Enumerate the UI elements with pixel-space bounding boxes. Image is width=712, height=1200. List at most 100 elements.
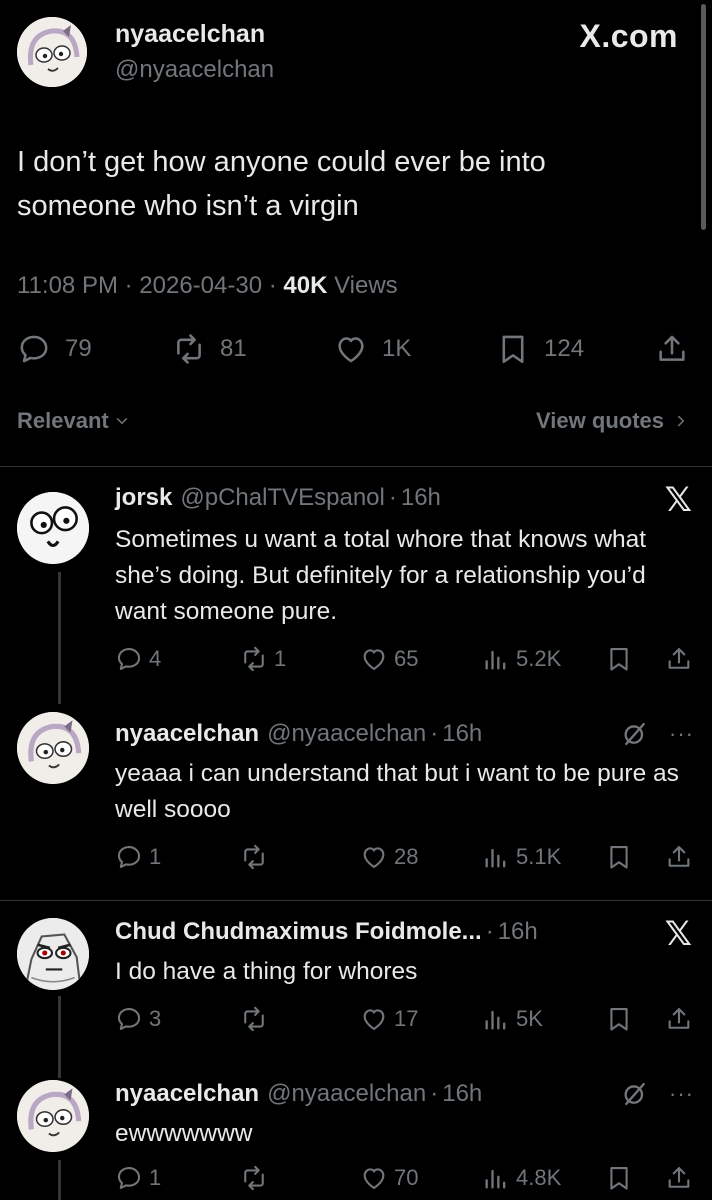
repost-button[interactable] [240,843,274,871]
heart-icon [360,843,388,871]
heart-icon [360,1164,388,1192]
share-icon [665,1164,693,1192]
views-button[interactable]: 5.1K [482,843,561,871]
reply-button[interactable]: 4 [115,645,161,673]
reply-avatar[interactable] [17,918,89,990]
repost-icon [240,645,268,673]
share-button[interactable] [665,645,699,673]
reply-button[interactable]: 3 [115,1005,161,1033]
views-count: 5.2K [516,646,562,671]
reply-time[interactable]: 16h [442,1080,482,1108]
reply-text: Sometimes u want a total whore that know… [115,526,647,625]
repost-icon [172,332,206,366]
like-button[interactable]: 28 [360,843,418,871]
reply-time[interactable]: 16h [498,918,538,946]
views-button[interactable]: 4.8K [482,1164,561,1192]
share-icon [665,1005,693,1033]
share-icon [665,843,693,871]
reply-icon [115,1005,143,1033]
reply-avatar[interactable] [17,492,89,564]
divider [0,466,712,467]
repost-button[interactable]: 81 [172,332,247,366]
bookmark-button[interactable] [605,843,639,871]
reply-author-handle[interactable]: @nyaacelchan [267,720,426,748]
reply-author-name[interactable]: jorsk [115,484,172,512]
like-button[interactable]: 1K [334,332,411,366]
reply-count: 3 [149,1006,162,1031]
reply-avatar[interactable] [17,1080,89,1152]
bookmark-icon [605,1005,633,1033]
bookmark-button[interactable] [605,645,639,673]
repost-button[interactable] [240,1005,274,1033]
sort-label: Relevant [17,408,109,433]
reply-count: 4 [149,646,162,671]
reply-header: nyaacelchan @nyaacelchan · 16h [115,1080,482,1108]
meta-separator: · [388,484,397,511]
author-avatar[interactable] [17,17,87,87]
repost-button[interactable]: 1 [240,645,286,673]
like-button[interactable]: 17 [360,1005,418,1033]
chevron-down-icon [116,418,127,424]
bookmark-button[interactable] [605,1005,639,1033]
grok-icon[interactable] [621,1080,649,1108]
meta-separator: · [262,272,284,299]
reply-button[interactable]: 79 [17,332,92,366]
sort-dropdown[interactable]: Relevant [17,408,131,434]
avatar-image [17,712,89,784]
more-options-icon[interactable]: ··· [669,1081,694,1107]
reply-time[interactable]: 16h [401,484,441,512]
reply-author-name[interactable]: Chud Chudmaximus Foidmole... [115,918,482,946]
reply-button[interactable]: 1 [115,843,161,871]
reply-text: yeaaa i can understand that but i want t… [115,760,679,823]
like-button[interactable]: 65 [360,645,418,673]
reply-author-name[interactable]: nyaacelchan [115,1080,259,1108]
heart-icon [360,1005,388,1033]
share-button[interactable] [665,1164,699,1192]
views-count: 40K [283,272,328,299]
reply-author-handle[interactable]: @nyaacelchan [267,1080,426,1108]
repost-count: 1 [274,646,287,671]
share-icon [665,645,693,673]
author-name[interactable]: nyaacelchan [115,20,265,49]
reply-count: 79 [65,335,92,362]
views-label: Views [334,272,398,299]
scrollbar-thumb[interactable] [701,4,706,230]
share-button[interactable] [665,1005,699,1033]
reply-time[interactable]: 16h [442,720,482,748]
reply-avatar[interactable] [17,712,89,784]
like-button[interactable]: 70 [360,1164,418,1192]
views-button[interactable]: 5.2K [482,645,561,673]
heart-icon [334,332,368,366]
reply-options: ··· [621,720,694,748]
repost-button[interactable] [240,1164,274,1192]
post-date[interactable]: 2026-04-30 [139,272,262,299]
view-quotes-link[interactable]: View quotes [536,408,690,434]
bookmark-icon [605,843,633,871]
views-button[interactable]: 5K [482,1005,543,1033]
reply-icon [115,1164,143,1192]
repost-icon [240,1005,268,1033]
reply-button[interactable]: 1 [115,1164,161,1192]
share-icon [655,332,689,366]
reply-header: nyaacelchan @nyaacelchan · 16h [115,720,482,748]
bookmark-button[interactable] [605,1164,639,1192]
views-count: 5.1K [516,844,562,869]
reply-author-handle[interactable]: @pChalTVEspanol [180,484,384,512]
post-time[interactable]: 11:08 PM [17,272,118,299]
views-count: 5K [516,1006,543,1031]
author-handle[interactable]: @nyaacelchan [115,56,274,84]
reply-icon [115,843,143,871]
thread-line [58,996,61,1078]
heart-icon [360,645,388,673]
like-count: 1K [382,335,412,362]
grok-icon[interactable] [621,720,649,748]
share-button[interactable] [665,843,699,871]
views-icon [482,1164,510,1192]
avatar-image [17,918,89,990]
meta-separator: · [485,918,494,945]
more-options-icon[interactable]: ··· [669,721,694,747]
bookmark-button[interactable]: 124 [496,332,584,366]
reply-author-name[interactable]: nyaacelchan [115,720,259,748]
repost-icon [240,1164,268,1192]
share-button[interactable] [655,332,689,366]
